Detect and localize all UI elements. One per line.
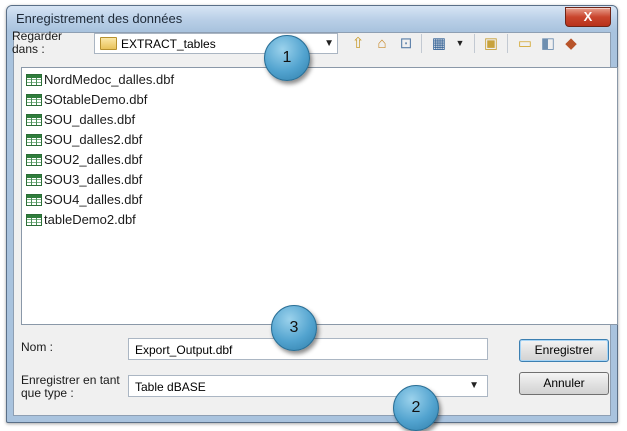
- list-item[interactable]: SOU2_dalles.dbf: [26, 151, 142, 169]
- cancel-button[interactable]: Annuler: [519, 372, 609, 395]
- look-in-value: EXTRACT_tables: [121, 37, 216, 51]
- list-item[interactable]: SOU_dalles2.dbf: [26, 131, 142, 149]
- save-dialog: Enregistrement des données X Regarder da…: [6, 5, 618, 423]
- home-icon[interactable]: ⌂: [371, 33, 393, 54]
- folder-icon: [100, 37, 117, 50]
- toolbar-separator: [421, 34, 422, 53]
- table-icon: [26, 213, 42, 226]
- table-icon: [26, 73, 42, 86]
- list-item[interactable]: SOU3_dalles.dbf: [26, 171, 142, 189]
- list-item[interactable]: SOU4_dalles.dbf: [26, 191, 142, 209]
- file-list[interactable]: NordMedoc_dalles.dbf SOtableDemo.dbf SOU…: [21, 67, 618, 325]
- close-icon: X: [583, 9, 593, 24]
- catalog-icon[interactable]: ◧: [537, 33, 559, 54]
- toolbar-separator: [507, 34, 508, 53]
- table-icon: [26, 193, 42, 206]
- list-item[interactable]: tableDemo2.dbf: [26, 211, 136, 229]
- table-icon: [26, 93, 42, 106]
- connect-icon[interactable]: ⊡: [395, 33, 417, 54]
- toolbar-separator: [474, 34, 475, 53]
- save-button[interactable]: Enregistrer: [519, 339, 609, 362]
- file-type-value: Table dBASE: [135, 380, 206, 394]
- list-item[interactable]: NordMedoc_dalles.dbf: [26, 71, 174, 89]
- table-icon: [26, 173, 42, 186]
- list-item[interactable]: SOtableDemo.dbf: [26, 91, 147, 109]
- name-label: Nom :: [21, 340, 54, 354]
- callout-badge-2: 2: [393, 385, 439, 431]
- table-icon: [26, 113, 42, 126]
- table-icon: [26, 133, 42, 146]
- geodatabase-icon[interactable]: ◆: [560, 33, 582, 54]
- close-button[interactable]: X: [565, 7, 611, 27]
- save-as-type-label: Enregistrer en tant que type :: [21, 373, 120, 400]
- view-list-icon[interactable]: ▦: [428, 33, 450, 54]
- new-folder-icon[interactable]: ▣: [480, 33, 502, 54]
- view-dropdown-chevron-icon[interactable]: ▼: [449, 33, 471, 54]
- chevron-down-icon: ▼: [324, 38, 334, 49]
- dialog-title: Enregistrement des données: [16, 11, 183, 26]
- folder-icon[interactable]: ▭: [514, 33, 536, 54]
- callout-badge-3: 3: [271, 305, 317, 351]
- table-icon: [26, 153, 42, 166]
- look-in-label: Regarder dans :: [12, 29, 63, 56]
- chevron-down-icon: ▼: [469, 380, 479, 391]
- list-item[interactable]: SOU_dalles.dbf: [26, 111, 135, 129]
- up-folder-icon[interactable]: ⇧: [347, 33, 369, 54]
- callout-badge-1: 1: [264, 35, 310, 81]
- title-bar[interactable]: Enregistrement des données X: [7, 6, 617, 31]
